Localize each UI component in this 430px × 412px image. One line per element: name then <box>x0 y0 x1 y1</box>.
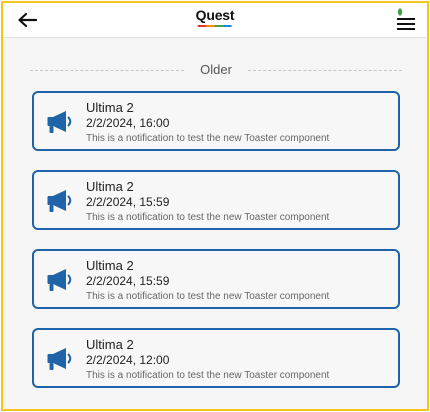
notification-title: Ultima 2 <box>86 179 134 194</box>
notification-timestamp: 2/2/2024, 16:00 <box>86 116 170 130</box>
logo-bar-green <box>215 25 224 27</box>
quest-logo: Quest <box>196 8 235 27</box>
notification-timestamp: 2/2/2024, 12:00 <box>86 353 170 367</box>
notification-timestamp: 2/2/2024, 15:59 <box>86 274 170 288</box>
logo-bar-blue <box>223 25 232 27</box>
notification-card[interactable]: Ultima 2 2/2/2024, 16:00 This is a notific… <box>32 91 400 151</box>
notification-title: Ultima 2 <box>86 100 134 115</box>
notification-card[interactable]: Ultima 2 2/2/2024, 15:59 This is a notific… <box>32 249 400 309</box>
divider-line-right <box>247 69 403 71</box>
logo-color-bar <box>198 25 232 27</box>
section-label: Older <box>200 62 232 77</box>
megaphone-icon <box>47 348 72 370</box>
section-divider: Older <box>30 60 403 80</box>
megaphone-icon-wrapper <box>46 267 74 293</box>
divider-line-left <box>30 69 185 71</box>
megaphone-icon <box>47 269 72 291</box>
app-header: Quest <box>3 3 427 38</box>
app-frame: Quest Older Ultima 2 2/2/2024, 16:00 This … <box>1 1 429 411</box>
notification-message: This is a notification to test the new T… <box>86 212 330 223</box>
megaphone-icon-wrapper <box>46 188 74 214</box>
megaphone-icon <box>47 190 72 212</box>
notification-card[interactable]: Ultima 2 2/2/2024, 12:00 This is a notific… <box>32 328 400 388</box>
notification-card[interactable]: Ultima 2 2/2/2024, 15:59 This is a notific… <box>32 170 400 230</box>
hamburger-menu-icon <box>397 8 415 30</box>
notification-message: This is a notification to test the new T… <box>86 370 330 381</box>
notification-message: This is a notification to test the new T… <box>86 133 330 144</box>
logo-bar-orange <box>206 25 215 27</box>
back-button[interactable] <box>14 8 40 32</box>
notification-timestamp: 2/2/2024, 15:59 <box>86 195 170 209</box>
status-leaf-icon <box>397 8 403 16</box>
megaphone-icon <box>47 111 72 133</box>
logo-text: Quest <box>195 7 235 23</box>
logo-bar-red <box>198 25 207 27</box>
menu-button[interactable] <box>394 6 418 32</box>
arrow-left-icon <box>18 12 37 28</box>
notification-title: Ultima 2 <box>86 337 134 352</box>
megaphone-icon-wrapper <box>46 346 74 372</box>
notification-message: This is a notification to test the new T… <box>86 291 330 302</box>
megaphone-icon-wrapper <box>46 109 74 135</box>
notification-title: Ultima 2 <box>86 258 134 273</box>
